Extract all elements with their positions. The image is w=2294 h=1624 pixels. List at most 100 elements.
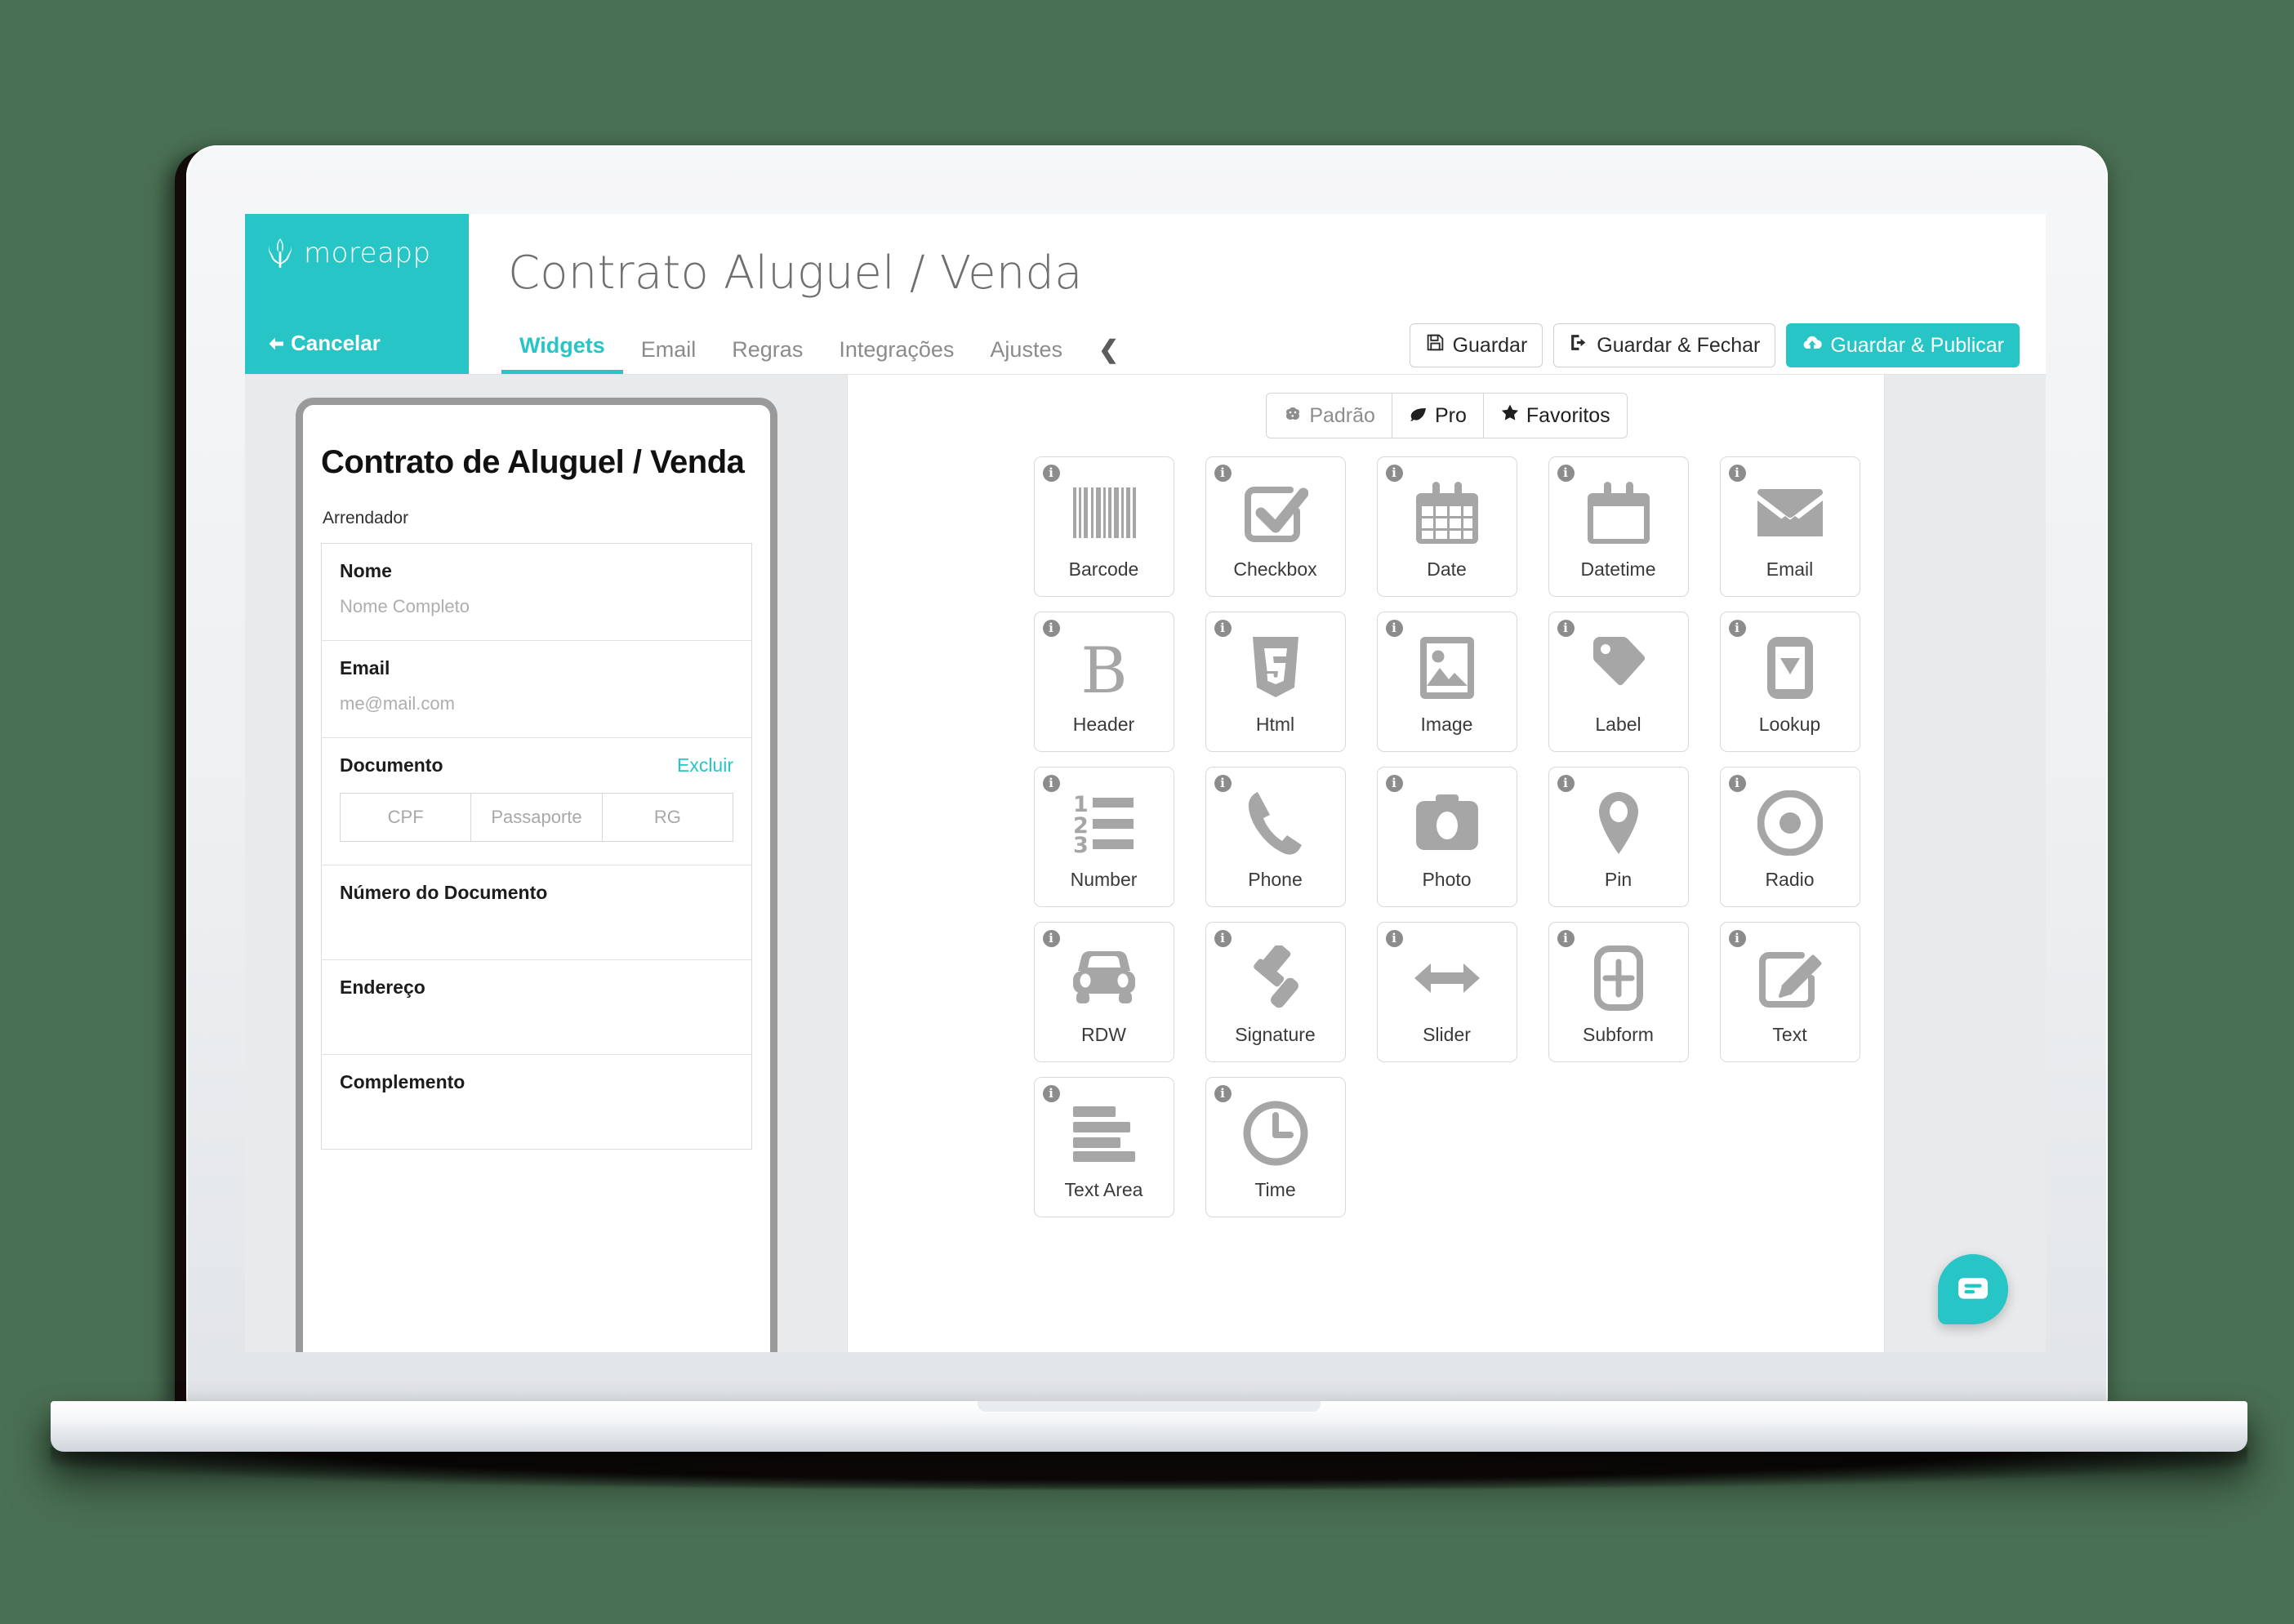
info-icon[interactable]: i bbox=[1728, 775, 1746, 792]
workspace: Contrato de Aluguel / Venda Arrendador N… bbox=[245, 374, 2046, 1352]
tab-ajustes[interactable]: Ajustes bbox=[972, 337, 1080, 374]
widget-label: Header bbox=[1072, 714, 1135, 735]
info-icon[interactable]: i bbox=[1557, 620, 1575, 637]
nav-row: Widgets Email Regras Integrações Ajustes… bbox=[469, 323, 2046, 374]
tab-email[interactable]: Email bbox=[623, 337, 715, 374]
chat-support-button[interactable] bbox=[1938, 1254, 2008, 1324]
widget-grid: i Barcode i Checkbox i Date i Datetime i… bbox=[875, 456, 2018, 1217]
bold-b-icon: B bbox=[1070, 634, 1138, 702]
widget-rdw[interactable]: i RDW bbox=[1033, 922, 1174, 1062]
widget-lookup[interactable]: i Lookup bbox=[1719, 612, 1860, 752]
tab-widgets[interactable]: Widgets bbox=[501, 333, 623, 374]
filter-padrao[interactable]: Padrão bbox=[1266, 393, 1392, 438]
widget-date[interactable]: i Date bbox=[1376, 456, 1517, 597]
widget-signature[interactable]: i Signature bbox=[1205, 922, 1346, 1062]
filter-favoritos[interactable]: Favoritos bbox=[1482, 393, 1628, 438]
info-icon[interactable]: i bbox=[1728, 930, 1746, 947]
filter-pro[interactable]: Pro bbox=[1391, 393, 1484, 438]
barcode-icon bbox=[1070, 478, 1138, 547]
widget-header[interactable]: i B Header bbox=[1033, 612, 1174, 752]
plus-box-icon bbox=[1584, 944, 1653, 1012]
floppy-save-icon bbox=[1425, 332, 1445, 358]
form-field-email[interactable]: Email me@mail.com bbox=[322, 641, 751, 738]
widget-label: Lookup bbox=[1758, 714, 1821, 735]
widget-time[interactable]: i Time bbox=[1205, 1077, 1346, 1217]
widget-photo[interactable]: i Photo bbox=[1376, 767, 1517, 907]
save-and-publish-button[interactable]: Guardar & Publicar bbox=[1786, 323, 2020, 367]
tab-regras[interactable]: Regras bbox=[714, 337, 821, 374]
option-passaporte[interactable]: Passaporte bbox=[470, 793, 603, 842]
info-icon[interactable]: i bbox=[1214, 1085, 1232, 1102]
info-icon[interactable]: i bbox=[1557, 930, 1575, 947]
widget-checkbox[interactable]: i Checkbox bbox=[1205, 456, 1346, 597]
info-icon[interactable]: i bbox=[1385, 465, 1403, 482]
widget-pin[interactable]: i Pin bbox=[1548, 767, 1689, 907]
widget-email[interactable]: i Email bbox=[1719, 456, 1860, 597]
field-label: Número do Documento bbox=[340, 882, 548, 903]
info-icon[interactable]: i bbox=[1042, 775, 1060, 792]
info-icon[interactable]: i bbox=[1385, 620, 1403, 637]
widget-slider[interactable]: i Slider bbox=[1376, 922, 1517, 1062]
widget-text[interactable]: i Text bbox=[1719, 922, 1860, 1062]
info-icon[interactable]: i bbox=[1214, 930, 1232, 947]
info-icon[interactable]: i bbox=[1728, 620, 1746, 637]
form-field-endereco[interactable]: Endereço bbox=[322, 960, 751, 1055]
sign-out-icon bbox=[1569, 332, 1589, 358]
widget-number[interactable]: i 1 2 3 Number bbox=[1033, 767, 1174, 907]
save-button-label: Guardar bbox=[1452, 333, 1528, 357]
widget-subform[interactable]: i Subform bbox=[1548, 922, 1689, 1062]
widget-text-area[interactable]: i Text Area bbox=[1033, 1077, 1174, 1217]
widget-html[interactable]: i Html bbox=[1205, 612, 1346, 752]
widget-label: Barcode bbox=[1068, 558, 1139, 580]
widget-datetime[interactable]: i Datetime bbox=[1548, 456, 1689, 597]
info-icon[interactable]: i bbox=[1214, 620, 1232, 637]
widget-image[interactable]: i Image bbox=[1376, 612, 1517, 752]
widget-label: Slider bbox=[1423, 1024, 1471, 1045]
form-field-numero-documento[interactable]: Número do Documento bbox=[322, 865, 751, 960]
form-field-complemento[interactable]: Complemento bbox=[322, 1055, 751, 1149]
form-preview-pane: Contrato de Aluguel / Venda Arrendador N… bbox=[245, 375, 847, 1352]
widget-phone[interactable]: i Phone bbox=[1205, 767, 1346, 907]
tab-integracoes[interactable]: Integrações bbox=[821, 337, 972, 374]
filter-pro-label: Pro bbox=[1434, 403, 1467, 427]
save-button[interactable]: Guardar bbox=[1409, 323, 1543, 367]
field-label: Complemento bbox=[340, 1071, 465, 1092]
widget-label: Label bbox=[1595, 714, 1641, 735]
delete-field-link[interactable]: Excluir bbox=[677, 754, 733, 776]
widget-label: Radio bbox=[1765, 869, 1815, 890]
field-value-empty bbox=[340, 1093, 733, 1126]
info-icon[interactable]: i bbox=[1385, 775, 1403, 792]
info-icon[interactable]: i bbox=[1042, 620, 1060, 637]
widget-label: Subform bbox=[1583, 1024, 1654, 1045]
form-field-nome[interactable]: Nome Nome Completo bbox=[322, 544, 751, 641]
save-and-close-button[interactable]: Guardar & Fechar bbox=[1553, 323, 1776, 367]
laptop-base bbox=[51, 1401, 2247, 1452]
brand-sidebar: moreapp Cancelar bbox=[245, 214, 469, 374]
info-icon[interactable]: i bbox=[1557, 465, 1575, 482]
widget-label: Html bbox=[1255, 714, 1295, 735]
radio-circle-icon bbox=[1756, 789, 1824, 857]
info-icon[interactable]: i bbox=[1042, 930, 1060, 947]
widget-label: Date bbox=[1427, 558, 1467, 580]
info-icon[interactable]: i bbox=[1214, 465, 1232, 482]
option-cpf[interactable]: CPF bbox=[340, 793, 472, 842]
option-rg[interactable]: RG bbox=[601, 793, 733, 842]
info-icon[interactable]: i bbox=[1042, 1085, 1060, 1102]
leaf-logo-icon bbox=[266, 238, 294, 268]
info-icon[interactable]: i bbox=[1557, 775, 1575, 792]
widget-barcode[interactable]: i Barcode bbox=[1033, 456, 1174, 597]
info-icon[interactable]: i bbox=[1214, 775, 1232, 792]
info-icon[interactable]: i bbox=[1728, 465, 1746, 482]
widget-scroll-region[interactable]: Padrão Pro Favoritos i Barcode i Checkbo… bbox=[848, 393, 2046, 1217]
widget-radio[interactable]: i Radio bbox=[1719, 767, 1860, 907]
info-icon[interactable]: i bbox=[1385, 930, 1403, 947]
widget-label: Email bbox=[1766, 558, 1814, 580]
clock-icon bbox=[1241, 1099, 1310, 1168]
widget-label-widget[interactable]: i Label bbox=[1548, 612, 1689, 752]
widget-label: Image bbox=[1420, 714, 1473, 735]
info-icon[interactable]: i bbox=[1042, 465, 1060, 482]
cancel-button[interactable]: Cancelar bbox=[266, 331, 469, 356]
cloud-upload-icon bbox=[1802, 332, 1823, 359]
form-field-documento[interactable]: Documento Excluir CPF Passaporte RG bbox=[322, 738, 751, 865]
chevron-left-icon[interactable]: ❮ bbox=[1080, 336, 1134, 374]
